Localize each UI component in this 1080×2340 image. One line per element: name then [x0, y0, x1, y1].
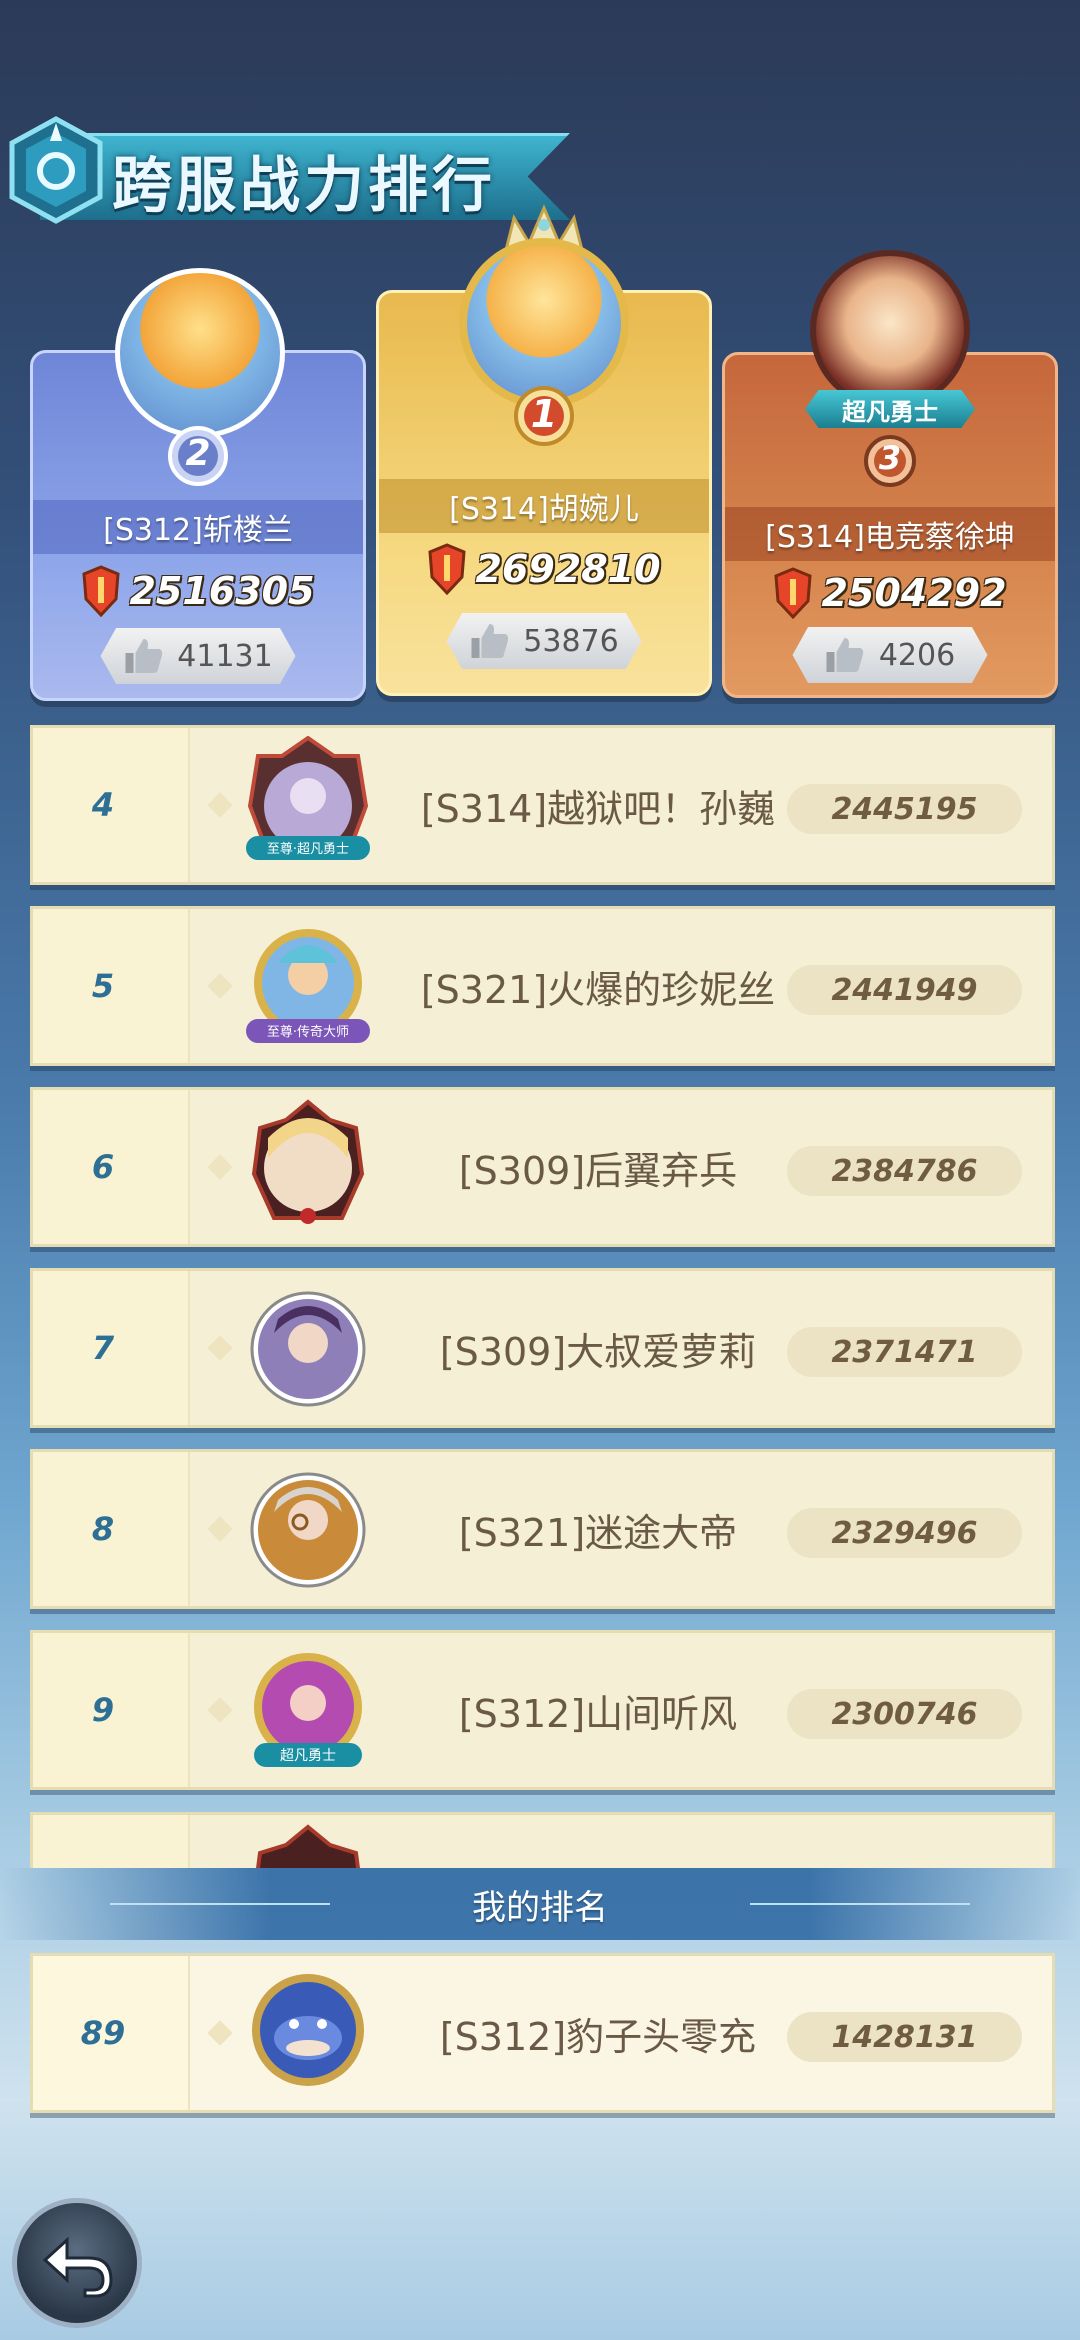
- divider-diamond: [207, 1697, 233, 1723]
- power-value: 2329496: [787, 1508, 1022, 1558]
- back-button[interactable]: [12, 2198, 142, 2328]
- avatar[interactable]: 至尊·传奇大师: [238, 917, 378, 1057]
- list-item[interactable]: 8 [S321]迷途大帝 2329496: [30, 1449, 1055, 1609]
- rank-number: 6: [91, 1148, 115, 1186]
- list-item[interactable]: [30, 1812, 1055, 1868]
- rank-number: 4: [91, 786, 115, 824]
- rank-number: 8: [91, 1510, 115, 1548]
- my-rank-label: 我的排名: [472, 1887, 608, 1928]
- divider-diamond: [207, 1516, 233, 1542]
- avatar[interactable]: [238, 1823, 378, 1868]
- player-name: [S321]火爆的珍妮丝: [420, 967, 776, 1012]
- avatar[interactable]: [238, 1098, 378, 1238]
- divider-line: [110, 1903, 330, 1905]
- power-value: 2445195: [787, 784, 1022, 834]
- divider-diamond: [207, 1154, 233, 1180]
- list-item[interactable]: 5 至尊·传奇大师 [S321]火爆的珍妮丝 2441949: [30, 906, 1055, 1066]
- ranking-list[interactable]: 4 至尊·超凡勇士 [S314]越狱吧！孙巍 2445195 5 至尊·传奇大师…: [0, 0, 1080, 1868]
- divider-diamond: [207, 2020, 233, 2046]
- svg-text:至尊·传奇大师: 至尊·传奇大师: [267, 1024, 349, 1040]
- svg-text:超凡勇士: 超凡勇士: [280, 1748, 336, 1764]
- list-item[interactable]: 4 至尊·超凡勇士 [S314]越狱吧！孙巍 2445195: [30, 725, 1055, 885]
- rank-panel: [33, 1815, 190, 1868]
- player-name: [S312]山间听风: [458, 1691, 738, 1736]
- divider-diamond: [207, 973, 233, 999]
- avatar[interactable]: 超凡勇士: [238, 1641, 378, 1781]
- player-name: [S312]豹子头零充: [439, 2014, 757, 2059]
- player-name: [S309]大叔爱萝莉: [439, 1329, 757, 1374]
- rank-number: 5: [91, 967, 115, 1005]
- avatar[interactable]: [238, 1964, 378, 2104]
- player-name: [S309]后翼弃兵: [458, 1148, 738, 1193]
- back-arrow-icon: [42, 2236, 113, 2298]
- rank-number: 9: [91, 1691, 115, 1729]
- power-value: 1428131: [787, 2012, 1022, 2062]
- player-name: [S321]迷途大帝: [458, 1510, 738, 1555]
- my-rank-row[interactable]: 89 [S312]豹子头零充 1428131: [30, 1953, 1055, 2113]
- avatar[interactable]: 至尊·超凡勇士: [238, 736, 378, 876]
- divider-line: [750, 1903, 970, 1905]
- avatar[interactable]: [238, 1279, 378, 1419]
- divider-diamond: [207, 1335, 233, 1361]
- list-item[interactable]: 6 [S309]后翼弃兵 2384786: [30, 1087, 1055, 1247]
- player-name: [S314]越狱吧！孙巍: [420, 786, 776, 831]
- list-item[interactable]: 9 超凡勇士 [S312]山间听风 2300746: [30, 1630, 1055, 1790]
- my-rank-header: 我的排名: [0, 1868, 1080, 1940]
- power-value: 2371471: [787, 1327, 1022, 1377]
- rank-number: 7: [91, 1329, 115, 1367]
- power-value: 2384786: [787, 1146, 1022, 1196]
- svg-text:至尊·超凡勇士: 至尊·超凡勇士: [267, 841, 349, 857]
- power-value: 2441949: [787, 965, 1022, 1015]
- divider-diamond: [207, 792, 233, 818]
- list-item[interactable]: 7 [S309]大叔爱萝莉 2371471: [30, 1268, 1055, 1428]
- rank-number: 89: [80, 2014, 126, 2052]
- power-value: 2300746: [787, 1689, 1022, 1739]
- avatar[interactable]: [238, 1460, 378, 1600]
